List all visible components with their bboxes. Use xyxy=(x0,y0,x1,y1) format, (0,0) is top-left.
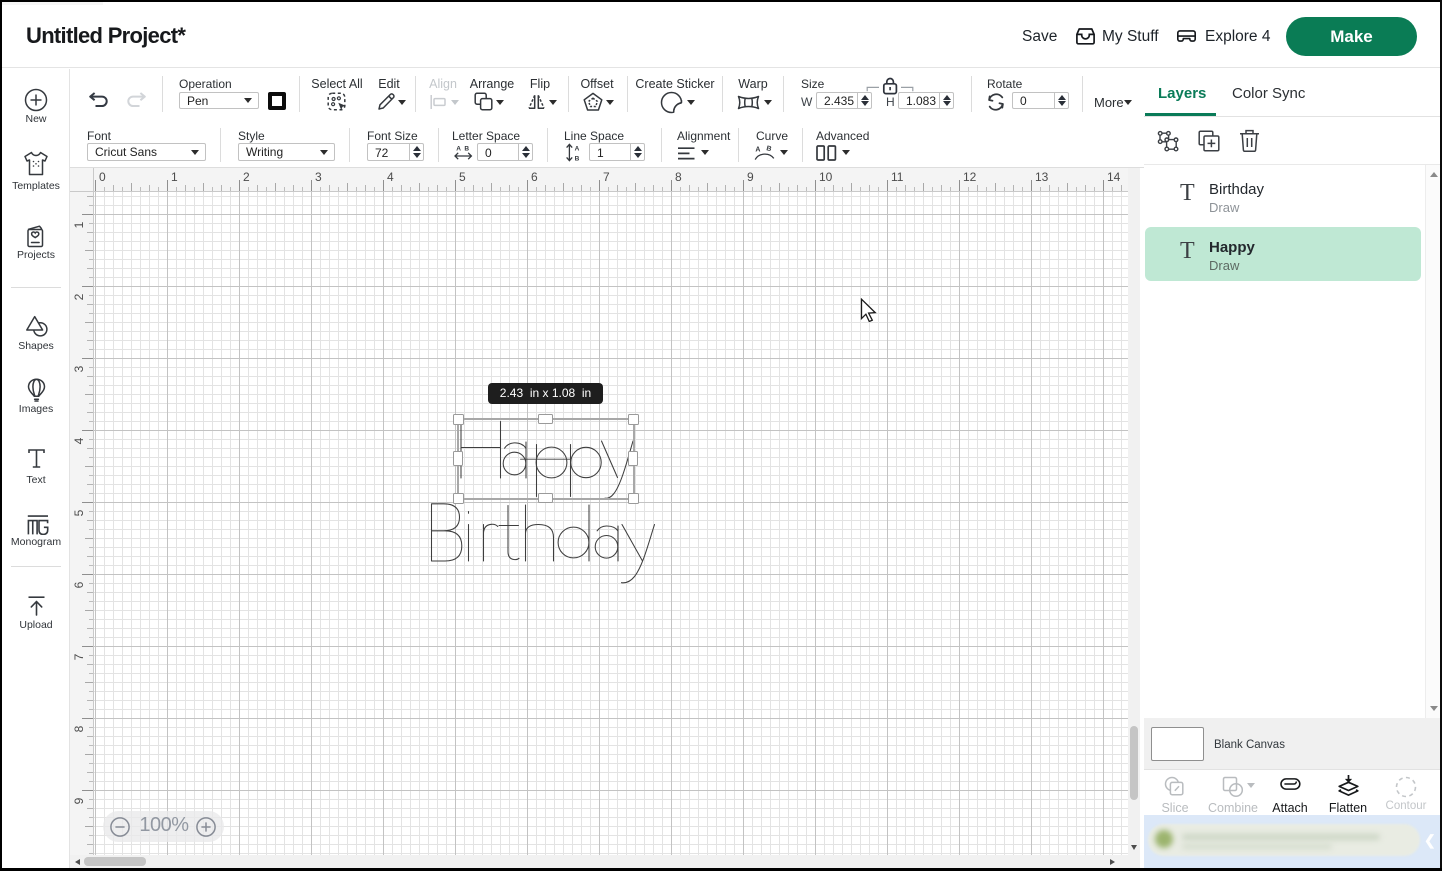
svg-text:A: A xyxy=(575,145,580,152)
svg-text:A: A xyxy=(755,147,760,154)
svg-text:B: B xyxy=(464,146,469,153)
svg-text:B: B xyxy=(575,156,580,162)
svg-text:B: B xyxy=(766,145,773,153)
svg-text:A: A xyxy=(456,146,461,153)
